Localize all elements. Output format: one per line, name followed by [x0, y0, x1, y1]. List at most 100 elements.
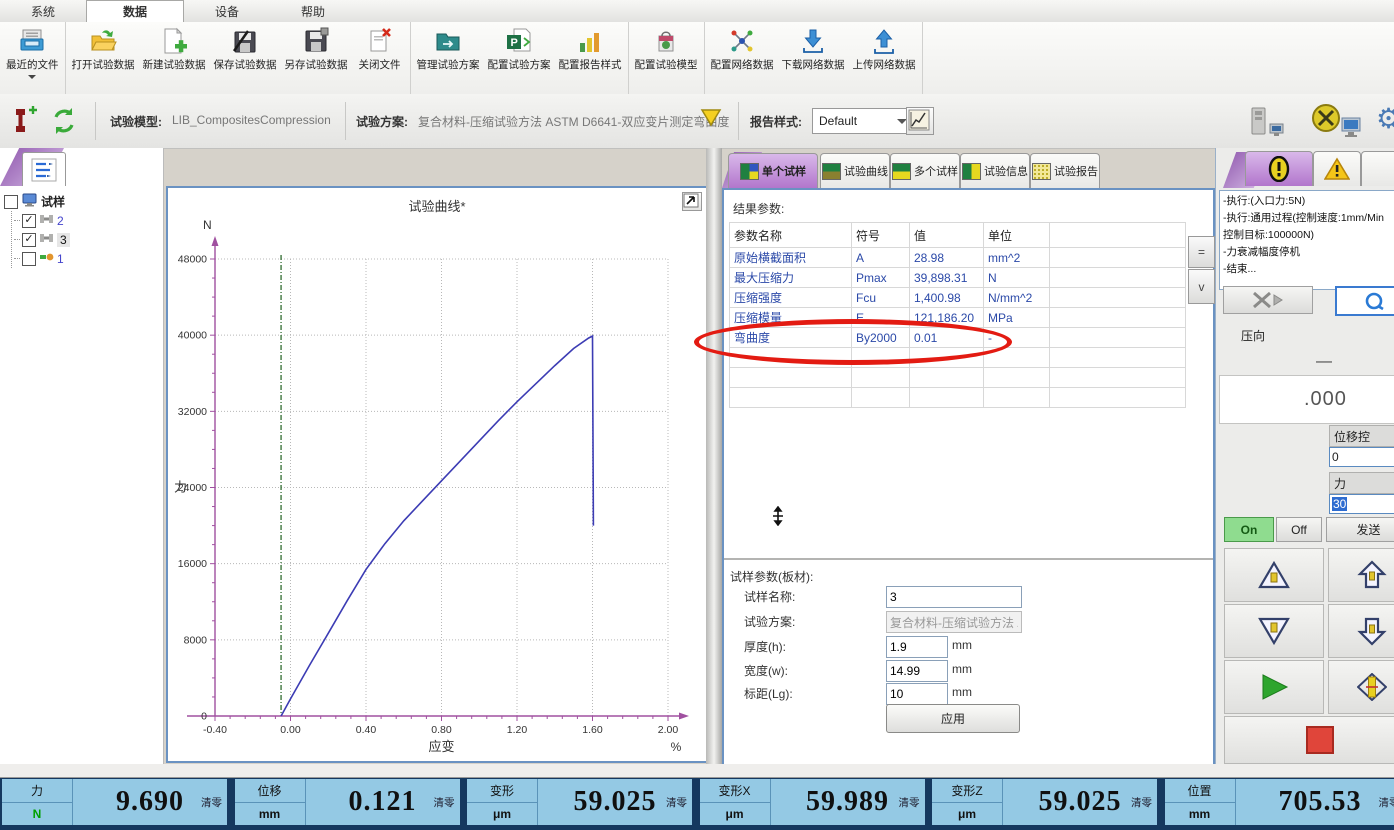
on-button[interactable]: On: [1224, 517, 1274, 542]
tree-item-specimen-3[interactable]: ✓3: [14, 230, 161, 249]
tree-root[interactable]: 试样: [4, 192, 161, 211]
toolbar-button-config-model[interactable]: 配置试验模型: [631, 24, 702, 92]
table-cell: mm^2: [984, 248, 1050, 268]
specimen-label: 2: [57, 214, 64, 228]
jog-up-fast-button[interactable]: [1224, 548, 1324, 602]
plan-value: 复合材料-压缩试验方法 ASTM D6641-双应变片测定弯曲度: [418, 113, 729, 130]
model-label: 试验模型:: [110, 113, 162, 130]
start-test-button[interactable]: [1224, 660, 1324, 714]
jog-up-button[interactable]: [1328, 548, 1394, 602]
toolbar-button-label: 管理试验方案: [417, 57, 480, 72]
specimen-protect-button[interactable]: [1328, 660, 1394, 714]
report-chart-button[interactable]: [906, 107, 934, 135]
scrollbar-top-button[interactable]: =: [1188, 236, 1215, 268]
zero-button[interactable]: 清零: [666, 779, 687, 825]
report-style-select[interactable]: Default: [812, 108, 914, 134]
menu-item[interactable]: 设备: [184, 0, 270, 22]
specimen-checkbox[interactable]: ✓: [22, 214, 36, 228]
apply-button[interactable]: 应用: [886, 704, 1020, 733]
off-button[interactable]: Off: [1276, 517, 1322, 542]
form-field-input-4[interactable]: [886, 660, 948, 682]
toolbar-button-download-network[interactable]: 下载网络数据: [778, 24, 849, 92]
stop-button[interactable]: [1224, 716, 1394, 764]
tab-alert[interactable]: [1245, 151, 1313, 186]
report-style-icon: [576, 27, 604, 55]
warning-triangle-icon: [1324, 157, 1350, 181]
toolbar-button-config-plan[interactable]: P配置试验方案: [484, 24, 555, 92]
toolbar-button-open-data[interactable]: 打开试验数据: [68, 24, 139, 92]
refresh-icon[interactable]: [48, 105, 80, 137]
vertical-splitter[interactable]: [706, 148, 722, 764]
tab-extra[interactable]: [1361, 151, 1394, 186]
table-cell: 压缩强度: [730, 288, 852, 308]
scrollbar-down-button[interactable]: v: [1188, 269, 1215, 304]
horizontal-splitter[interactable]: [724, 558, 1213, 560]
zero-button[interactable]: 清零: [1131, 779, 1152, 825]
force-input[interactable]: 30: [1329, 494, 1394, 514]
zero-button[interactable]: 清零: [1379, 779, 1394, 825]
tab-curve[interactable]: 试验曲线: [820, 153, 890, 188]
remote-computer-icon[interactable]: [1340, 116, 1366, 143]
tree-item-specimen-1[interactable]: 1: [14, 249, 161, 268]
table-cell: 28.98: [910, 248, 984, 268]
filter-triangle-icon[interactable]: [700, 108, 722, 131]
tab-label: 试验曲线: [844, 163, 888, 179]
connect-button[interactable]: [1335, 286, 1394, 316]
tree-item-specimen-2[interactable]: ✓2: [14, 211, 161, 230]
toolbar-button-report-style[interactable]: 配置报告样式: [555, 24, 626, 92]
tree-tab[interactable]: [22, 152, 66, 186]
table-row[interactable]: 原始横截面积A28.98mm^2: [730, 248, 1186, 268]
tab-single[interactable]: 单个试样: [728, 153, 818, 188]
table-row[interactable]: 最大压缩力Pmax39,898.31N: [730, 268, 1186, 288]
svg-text:0.80: 0.80: [431, 724, 452, 736]
toolbar-button-upload-network[interactable]: 上传网络数据: [849, 24, 920, 92]
form-field-unit: mm: [952, 638, 972, 652]
specimen-checkbox[interactable]: [22, 252, 36, 266]
tab-info[interactable]: 试验信息: [960, 153, 1030, 188]
toolbar-button-save-data[interactable]: 保存试验数据: [210, 24, 281, 92]
form-field-input-3[interactable]: [886, 636, 948, 658]
table-cell-empty: [1050, 248, 1186, 268]
jog-disable-button[interactable]: [1223, 286, 1313, 314]
toolbar-button-label: 上传网络数据: [853, 57, 916, 72]
form-field-input-5[interactable]: [886, 683, 948, 705]
send-button[interactable]: 发送: [1326, 517, 1394, 542]
menu-item[interactable]: 帮助: [270, 0, 356, 22]
displacement-input[interactable]: 0: [1329, 447, 1394, 467]
table-row[interactable]: 弯曲度By20000.01-: [730, 328, 1186, 348]
menu-item[interactable]: 数据: [86, 0, 184, 22]
zero-button[interactable]: 清零: [899, 779, 920, 825]
toolbar-button-new-data[interactable]: 新建试验数据: [139, 24, 210, 92]
table-cell-empty: [1050, 388, 1186, 408]
status-line: -执行:(入口力:5N): [1223, 193, 1394, 210]
tab-report[interactable]: 试验报告: [1030, 153, 1100, 188]
machine-status-icon[interactable]: [1248, 106, 1290, 143]
toolbar-button-close-file[interactable]: 关闭文件: [352, 24, 408, 92]
toolbar-button-recent-files[interactable]: 最近的文件: [2, 24, 63, 92]
menu-item[interactable]: 系统: [0, 0, 86, 22]
add-specimen-icon[interactable]: [10, 106, 40, 136]
zero-button[interactable]: 清零: [201, 779, 222, 825]
play-icon: [1259, 673, 1289, 701]
jog-down-fast-button[interactable]: [1224, 604, 1324, 658]
toolbar-button-save-as-data[interactable]: 另存试验数据: [281, 24, 352, 92]
tab-multi[interactable]: 多个试样: [890, 153, 960, 188]
toolbar-button-manage-plan[interactable]: 管理试验方案: [413, 24, 484, 92]
toolbar-button-config-network[interactable]: 配置网络数据: [707, 24, 778, 92]
specimen-checkbox[interactable]: ✓: [22, 233, 36, 247]
selected-text: 30: [1332, 497, 1347, 511]
results-table: 参数名称符号值单位原始横截面积A28.98mm^2最大压缩力Pmax39,898…: [729, 222, 1186, 408]
form-field-input-1[interactable]: [886, 586, 1022, 608]
jog-down-button[interactable]: [1328, 604, 1394, 658]
network-error-icon[interactable]: [1308, 102, 1344, 141]
root-checkbox[interactable]: [4, 195, 18, 209]
table-cell-empty: [852, 388, 910, 408]
table-row[interactable]: 压缩模量E121,186.20MPa: [730, 308, 1186, 328]
table-row[interactable]: 压缩强度Fcu1,400.98N/mm^2: [730, 288, 1186, 308]
zero-button[interactable]: 清零: [434, 779, 455, 825]
table-cell: Fcu: [852, 288, 910, 308]
tab-warning[interactable]: [1313, 151, 1361, 186]
gear-icon[interactable]: ⚙: [1376, 102, 1394, 135]
status-line: -执行:通用过程(控制速度:1mm/Min: [1223, 210, 1394, 227]
chart-popout-button[interactable]: [682, 192, 702, 211]
